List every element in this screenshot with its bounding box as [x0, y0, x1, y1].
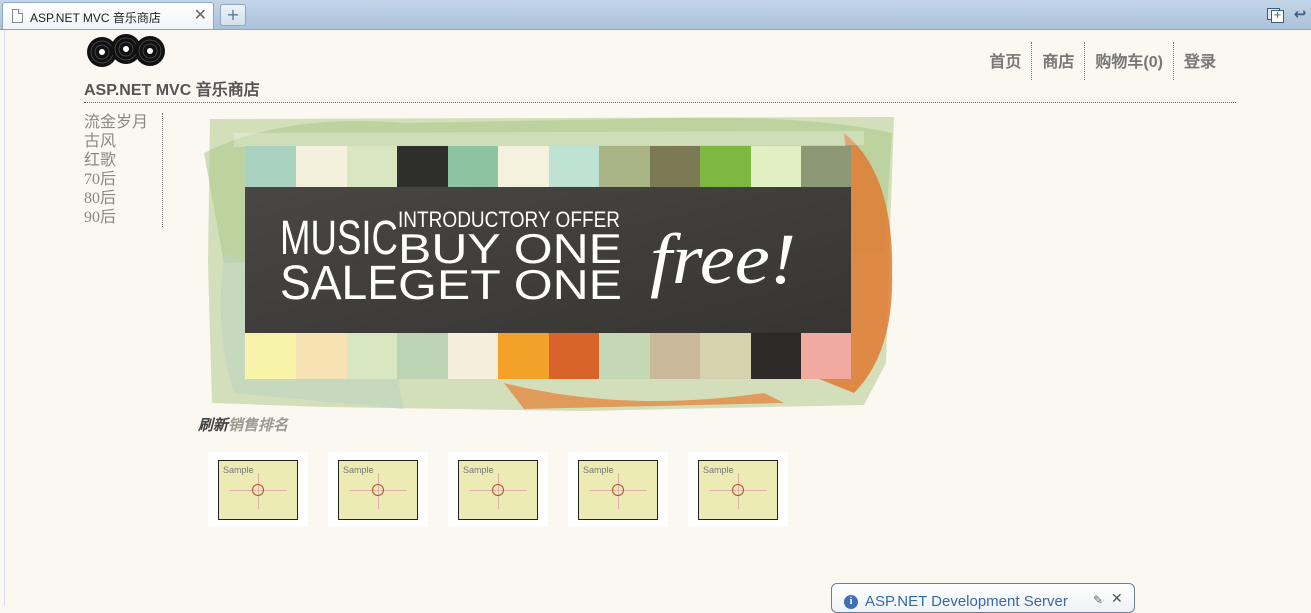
sidebar-item-category[interactable]: 70后 — [84, 170, 162, 189]
banner-get-one-text: GET ONE — [398, 261, 622, 308]
album-thumbnail: Sample — [218, 460, 298, 520]
album-item[interactable]: Sample — [328, 452, 428, 527]
close-icon[interactable]: ✕ — [194, 6, 207, 24]
site-title: ASP.NET MVC 音乐商店 — [84, 82, 260, 99]
category-sidebar: 流金岁月 古风 红歌 70后 80后 90后 — [84, 113, 163, 227]
notification-text: ASP.NET Development Server — [865, 593, 1068, 610]
album-thumbnail: Sample — [698, 460, 778, 520]
album-thumbnail: Sample — [578, 460, 658, 520]
crosshair-icon — [252, 484, 264, 496]
sample-label: Sample — [463, 465, 494, 475]
album-thumbnail: Sample — [458, 460, 538, 520]
album-item[interactable]: Sample — [448, 452, 548, 527]
sample-label: Sample — [703, 465, 734, 475]
sidebar-item-category[interactable]: 80后 — [84, 189, 162, 208]
tab-title: ASP.NET MVC 音乐商店 — [30, 11, 161, 25]
records-logo-icon[interactable] — [86, 30, 166, 70]
top-nav: 首页 商店 购物车(0) 登录 — [979, 42, 1226, 80]
sidebar-item-category[interactable]: 流金岁月 — [84, 113, 162, 132]
album-item[interactable]: Sample — [568, 452, 668, 527]
banner-sale-text: SALE — [280, 257, 398, 310]
crosshair-icon — [372, 484, 384, 496]
tabs-icon[interactable] — [1265, 5, 1284, 23]
album-item[interactable]: Sample — [208, 452, 308, 527]
window-border — [4, 30, 5, 606]
header-divider — [84, 102, 1236, 103]
album-item[interactable]: Sample — [688, 452, 788, 527]
sidebar-item-category[interactable]: 红歌 — [84, 151, 162, 170]
album-thumbnail: Sample — [338, 460, 418, 520]
banner-free-text: free! — [650, 219, 796, 299]
dev-server-notification[interactable]: i ASP.NET Development Server ✎ ✕ — [831, 583, 1135, 613]
close-icon[interactable]: ✕ — [1111, 591, 1123, 607]
bestseller-heading: 刷新销售排名 — [198, 414, 288, 435]
crosshair-icon — [612, 484, 624, 496]
page-icon — [12, 9, 23, 23]
nav-login-link[interactable]: 登录 — [1172, 42, 1226, 80]
nav-store-link[interactable]: 商店 — [1031, 42, 1084, 80]
new-tab-button[interactable]: + — [220, 4, 246, 26]
sample-label: Sample — [223, 465, 254, 475]
sample-label: Sample — [343, 465, 374, 475]
nav-home-link[interactable]: 首页 — [979, 42, 1031, 80]
info-icon: i — [844, 595, 858, 609]
crosshair-icon — [732, 484, 744, 496]
refresh-link[interactable]: 刷新 — [198, 418, 228, 434]
nav-cart-link[interactable]: 购物车(0) — [1084, 42, 1173, 80]
back-icon[interactable]: ↩ — [1291, 5, 1309, 23]
album-list: Sample Sample Sample Sample Sample — [208, 452, 808, 527]
crosshair-icon — [492, 484, 504, 496]
sidebar-item-category[interactable]: 90后 — [84, 208, 162, 227]
wrench-icon[interactable]: ✎ — [1093, 593, 1103, 607]
browser-tab[interactable]: ASP.NET MVC 音乐商店 ✕ — [2, 2, 214, 29]
ranking-label: 销售排名 — [228, 418, 289, 434]
browser-tab-bar: ASP.NET MVC 音乐商店 ✕ + ↩ — [0, 0, 1311, 30]
sidebar-item-category[interactable]: 古风 — [84, 132, 162, 151]
sample-label: Sample — [583, 465, 614, 475]
promo-banner: MUSIC SALE INTRODUCTORY OFFER BUY ONE GE… — [204, 117, 894, 411]
